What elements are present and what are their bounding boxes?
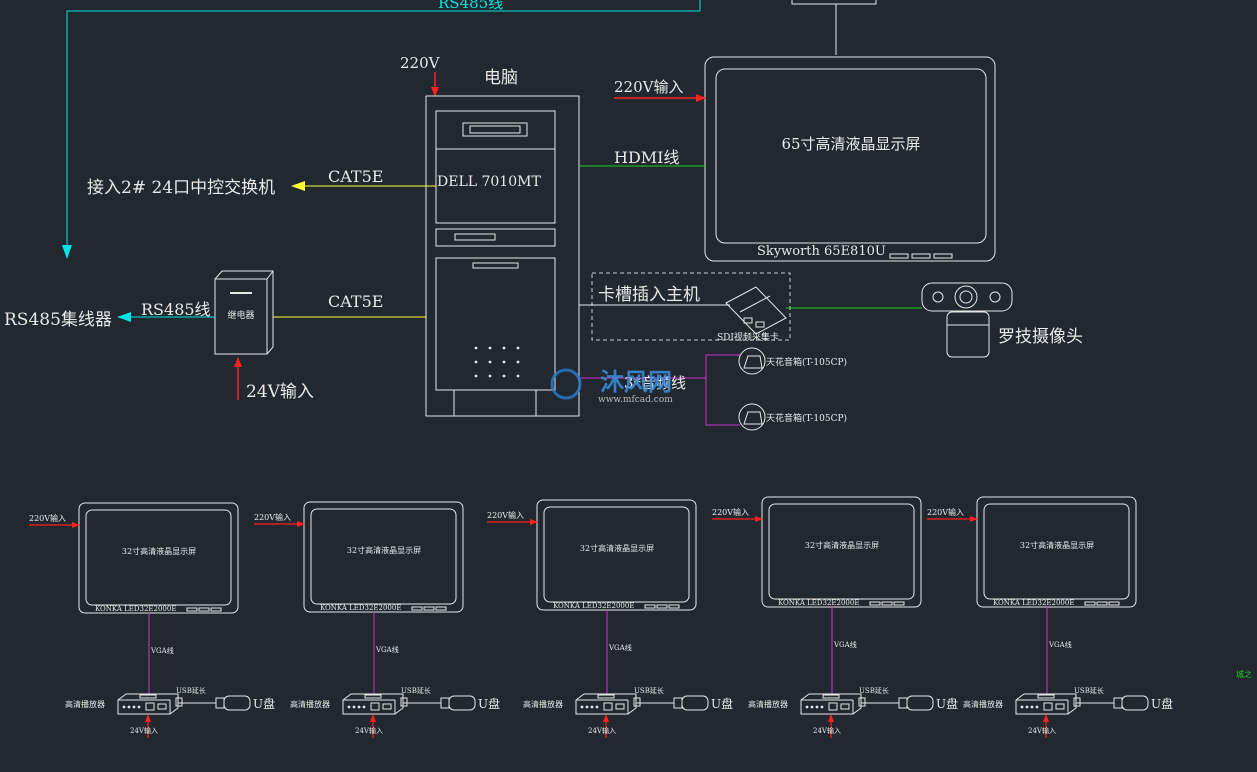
computer-title: 电脑 xyxy=(484,68,518,88)
rs485-top-label: RS485线 xyxy=(438,0,503,12)
monitor-icon xyxy=(303,501,464,613)
relay-cable-label: CAT5E xyxy=(328,292,383,311)
relay-link: CAT5E xyxy=(273,292,426,318)
small-display-units: 32寸高清液晶显示屏 KONKA LED32E2000E 220V输入 VGA线高清播… xyxy=(29,496,1173,738)
small-display-model: KONKA LED32E2000E xyxy=(320,604,401,612)
usb-drive-label: U盘 xyxy=(253,696,275,711)
main-display-model: Skyworth 65E810U xyxy=(757,244,886,259)
relay-box: 继电器 24V输入 xyxy=(214,270,314,402)
usb-drive-icon xyxy=(898,695,934,711)
player-label: 高清播放器 xyxy=(748,699,788,709)
computer-model: DELL 7010MT xyxy=(437,174,541,190)
small-screen-label: 32寸高清液晶显示屏 xyxy=(347,545,421,555)
speaker-label: 天花音箱(T-105CP) xyxy=(766,356,847,368)
side-note: 城之 xyxy=(1236,669,1252,679)
small-display-unit: 32寸高清液晶显示屏 KONKA LED32E2000E 220V输入 VGA线高清播… xyxy=(29,502,275,738)
usb-drive-label: U盘 xyxy=(711,696,733,711)
usb-extension-label: USB延长 xyxy=(634,686,664,695)
hub-label: RS485集线器 xyxy=(4,310,112,330)
monitor-icon xyxy=(761,496,922,608)
small-display-model: KONKA LED32E2000E xyxy=(993,599,1074,607)
capture-card-label: SDI视频采集卡 xyxy=(717,331,779,343)
speaker-label: 天花音箱(T-105CP) xyxy=(766,412,847,424)
player-power-label: 24V输入 xyxy=(588,726,616,735)
small-display-model: KONKA LED32E2000E xyxy=(553,602,634,610)
ceiling-speaker-icon: 天花音箱(T-105CP) xyxy=(738,403,847,431)
monitor-icon xyxy=(976,496,1137,608)
small-power-label: 220V输入 xyxy=(254,512,291,522)
player-power-label: 24V输入 xyxy=(813,726,841,735)
watermark: 沐风网 www.mfcad.com xyxy=(550,367,673,405)
monitor-icon xyxy=(536,499,697,611)
hub-line-label: RS485线 xyxy=(141,300,211,319)
usb-drive-icon xyxy=(1113,695,1149,711)
switch-target-label: 接入2# 24口中控交换机 xyxy=(87,178,275,198)
player-label: 高清播放器 xyxy=(523,699,563,709)
media-player-icon xyxy=(800,693,862,715)
usb-drive-icon xyxy=(215,695,251,711)
usb-extension-label: USB延长 xyxy=(401,686,431,695)
vga-label: VGA线 xyxy=(833,640,857,649)
small-power-label: 220V输入 xyxy=(487,510,524,520)
rs485-top-line: RS485线 xyxy=(62,0,701,259)
monitor-icon xyxy=(78,502,239,614)
computer-power-label: 220V xyxy=(400,54,441,72)
camera-label: 罗技摄像头 xyxy=(998,327,1083,347)
small-display-unit: 32寸高清液晶显示屏 KONKA LED32E2000E 220V输入 VGA线高清播… xyxy=(487,499,733,738)
computer-vent-dots xyxy=(474,346,520,378)
small-screen-label: 32寸高清液晶显示屏 xyxy=(122,546,196,556)
switch-cable-label: CAT5E xyxy=(328,167,383,186)
usb-drive-icon xyxy=(673,695,709,711)
small-display-unit: 32寸高清液晶显示屏 KONKA LED32E2000E 220V输入 VGA线高清播… xyxy=(254,501,500,738)
small-display-unit: 32寸高清液晶显示屏 KONKA LED32E2000E 220V输入 VGA线高清播… xyxy=(927,496,1173,738)
small-power-label: 220V输入 xyxy=(927,507,964,517)
usb-drive-label: U盘 xyxy=(936,696,958,711)
main-power-label: 220V输入 xyxy=(614,78,683,96)
media-player-icon xyxy=(1015,693,1077,715)
watermark-url: www.mfcad.com xyxy=(598,395,673,405)
top-device-fragment xyxy=(791,0,877,55)
usb-drive-label: U盘 xyxy=(1151,696,1173,711)
ceiling-speaker-icon: 天花音箱(T-105CP) xyxy=(738,347,847,375)
hub-link: RS485线 RS485集线器 xyxy=(4,300,215,330)
player-label: 高清播放器 xyxy=(290,699,330,709)
small-display-model: KONKA LED32E2000E xyxy=(95,605,176,613)
wiring-diagram: RS485线 电脑 220V DELL 7010MT CAT5E 接入2# 24… xyxy=(4,0,1252,738)
media-player-icon xyxy=(117,693,179,715)
vga-label: VGA线 xyxy=(1048,640,1072,649)
computer-tower: 电脑 220V DELL 7010MT xyxy=(400,54,580,417)
watermark-brand: 沐风网 xyxy=(600,367,672,396)
player-label: 高清播放器 xyxy=(65,699,105,709)
usb-drive-label: U盘 xyxy=(478,696,500,711)
small-display-unit: 32寸高清液晶显示屏 KONKA LED32E2000E 220V输入 VGA线高清播… xyxy=(712,496,958,738)
player-label: 高清播放器 xyxy=(963,699,1003,709)
small-power-label: 220V输入 xyxy=(29,513,66,523)
main-display: 65寸高清液晶显示屏 Skyworth 65E810U 220V输入 HDMI线 xyxy=(579,56,996,262)
usb-extension-label: USB延长 xyxy=(1074,686,1104,695)
player-power-label: 24V输入 xyxy=(355,726,383,735)
usb-extension-label: USB延长 xyxy=(176,686,206,695)
capture-card: 卡槽插入主机 SDI视频采集卡 xyxy=(579,272,922,343)
small-display-model: KONKA LED32E2000E xyxy=(778,599,859,607)
relay-label: 继电器 xyxy=(227,309,254,321)
player-power-label: 24V输入 xyxy=(1028,726,1056,735)
main-screen-label: 65寸高清液晶显示屏 xyxy=(781,135,920,153)
capture-insert-label: 卡槽插入主机 xyxy=(598,285,700,305)
small-screen-label: 32寸高清液晶显示屏 xyxy=(1020,540,1094,550)
media-player-icon xyxy=(342,693,404,715)
small-screen-label: 32寸高清液晶显示屏 xyxy=(805,540,879,550)
player-power-label: 24V输入 xyxy=(130,726,158,735)
relay-power-label: 24V输入 xyxy=(246,382,314,402)
hdmi-label: HDMI线 xyxy=(614,148,680,167)
media-player-icon xyxy=(575,693,637,715)
small-screen-label: 32寸高清液晶显示屏 xyxy=(580,543,654,553)
usb-extension-label: USB延长 xyxy=(859,686,889,695)
small-power-label: 220V输入 xyxy=(712,507,749,517)
usb-drive-icon xyxy=(440,695,476,711)
vga-label: VGA线 xyxy=(150,646,174,655)
vga-label: VGA线 xyxy=(375,645,399,654)
switch-link: CAT5E 接入2# 24口中控交换机 xyxy=(87,167,436,198)
vga-label: VGA线 xyxy=(608,643,632,652)
